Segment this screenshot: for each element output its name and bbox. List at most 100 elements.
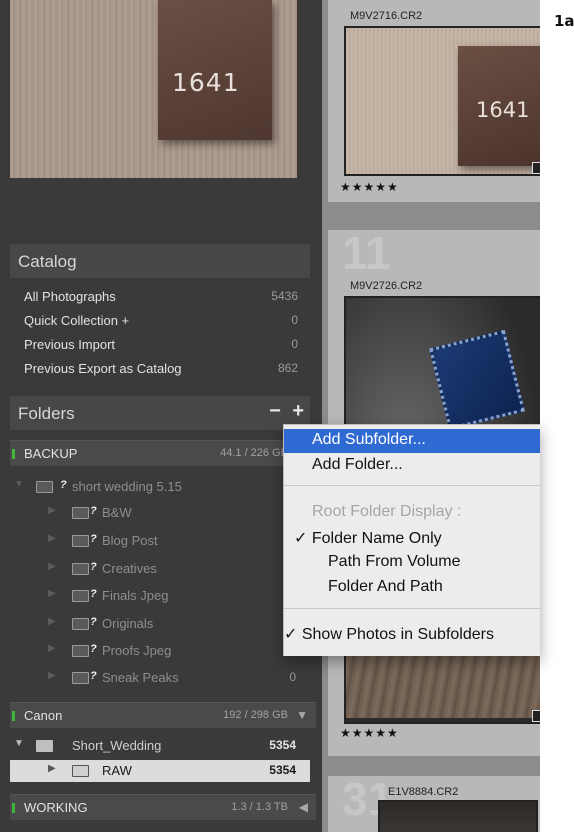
folder-name: RAW	[102, 763, 132, 778]
thumbnail-room-sign: 1641	[458, 46, 540, 166]
figure-margin: 1a	[540, 0, 574, 832]
volume-name: WORKING	[24, 800, 88, 815]
grid-cell[interactable]: 31 E1V8884.CR2	[328, 773, 540, 832]
disclosure-triangle-icon[interactable]: ▶	[48, 533, 56, 544]
volume-online-indicator	[12, 449, 15, 459]
thumbnail[interactable]: 1641	[344, 26, 540, 176]
volume-size: 1.3 / 1.3 TB	[231, 801, 288, 813]
catalog-item-label: Previous Import	[24, 337, 116, 352]
volume-online-indicator	[12, 803, 15, 813]
catalog-item-quick-collection[interactable]: Quick Collection + 0	[10, 310, 310, 332]
menu-item-add-subfolder[interactable]: Add Subfolder...	[284, 429, 540, 453]
folder-row[interactable]: ▼ ? short wedding 5.15	[10, 476, 310, 498]
volume-collapsed-icon[interactable]: ◀	[299, 800, 308, 814]
star-rating[interactable]: ★★★★★	[340, 180, 399, 194]
disclosure-triangle-icon[interactable]: ▼	[14, 479, 24, 490]
catalog-item-previous-export[interactable]: Previous Export as Catalog 862	[10, 358, 310, 380]
badge-icon	[532, 162, 540, 174]
question-mark-icon: ?	[60, 479, 67, 491]
menu-item-folder-name-only[interactable]: ✓ Folder Name Only	[284, 526, 540, 550]
question-mark-icon: ?	[90, 505, 97, 517]
folder-row[interactable]: ▶ ? Creatives	[10, 558, 310, 580]
navigator-preview[interactable]: 1641	[10, 0, 297, 178]
folder-icon	[72, 590, 89, 602]
library-grid: M9V2716.CR2 1641 ★★★★★ 11 M9V2726.CR2 ★★…	[322, 0, 540, 832]
menu-item-path-from-volume[interactable]: Path From Volume	[284, 551, 540, 575]
badge-icon	[532, 710, 540, 722]
menu-item-folder-and-path[interactable]: Folder And Path	[284, 576, 540, 600]
folder-row[interactable]: ▶ ? Finals Jpeg	[10, 585, 310, 607]
folder-name: B&W	[102, 505, 132, 520]
remove-folder-button[interactable]: −	[269, 400, 281, 422]
folder-icon	[72, 507, 89, 519]
disclosure-triangle-icon[interactable]: ▶	[48, 505, 56, 516]
question-mark-icon: ?	[90, 533, 97, 545]
disclosure-triangle-icon[interactable]: ▶	[48, 763, 56, 774]
grid-cell[interactable]: M9V2716.CR2 1641 ★★★★★	[328, 0, 540, 202]
volume-canon[interactable]: Canon 192 / 298 GB ▼	[10, 702, 316, 728]
folder-context-menu: Add Subfolder... Add Folder... Root Fold…	[283, 424, 540, 656]
volume-working[interactable]: WORKING 1.3 / 1.3 TB ◀	[10, 794, 316, 820]
disclosure-triangle-icon[interactable]: ▼	[14, 738, 24, 749]
volume-expanded-icon[interactable]: ▼	[296, 708, 308, 722]
star-rating[interactable]: ★★★★★	[340, 726, 399, 740]
catalog-item-count: 0	[291, 337, 298, 351]
left-panel: 1641 Catalog All Photographs 5436 Quick …	[0, 0, 322, 832]
catalog-panel-header[interactable]: Catalog	[10, 244, 310, 278]
folder-icon	[72, 618, 89, 630]
folder-name: Originals	[102, 616, 154, 631]
catalog-item-previous-import[interactable]: Previous Import 0	[10, 334, 310, 356]
folder-icon	[36, 481, 53, 493]
folder-name: short wedding 5.15	[72, 479, 182, 494]
volume-backup[interactable]: BACKUP 44.1 / 226 GB	[10, 440, 316, 466]
folder-count: 5354	[269, 738, 296, 752]
question-mark-icon: ?	[90, 588, 97, 600]
cell-filename: M9V2726.CR2	[350, 280, 423, 292]
folder-icon	[36, 740, 53, 752]
preview-gap	[10, 178, 297, 240]
folder-row[interactable]: ▶ ? Proofs Jpeg 0	[10, 640, 310, 662]
folder-icon	[72, 535, 89, 547]
thumbnail-label-tag	[428, 329, 526, 431]
folder-name: Sneak Peaks	[102, 670, 179, 685]
thumbnail[interactable]	[378, 800, 538, 832]
disclosure-triangle-icon[interactable]: ▶	[48, 588, 56, 599]
disclosure-triangle-icon[interactable]: ▶	[48, 616, 56, 627]
menu-item-show-photos-in-subfolders[interactable]: ✓ Show Photos in Subfolders	[284, 622, 540, 646]
folder-count: 0	[289, 670, 296, 684]
preview-sign-text: 1641	[172, 68, 240, 97]
volume-size: 192 / 298 GB	[223, 709, 288, 721]
add-folder-button[interactable]: +	[292, 400, 304, 422]
folder-row[interactable]: ▼ Short_Wedding 5354	[10, 735, 310, 757]
volume-online-indicator	[12, 711, 15, 721]
folder-row[interactable]: ▶ ? Blog Post	[10, 530, 310, 552]
question-mark-icon: ?	[90, 616, 97, 628]
disclosure-triangle-icon[interactable]: ▶	[48, 670, 56, 681]
preview-room-sign: 1641	[158, 0, 272, 140]
folder-row[interactable]: ▶ ? B&W	[10, 502, 310, 524]
folder-name: Proofs Jpeg	[102, 643, 172, 658]
menu-item-add-folder[interactable]: Add Folder...	[284, 454, 540, 478]
folder-actions: − +	[263, 400, 304, 423]
figure-label: 1a	[554, 12, 574, 30]
catalog-item-all-photographs[interactable]: All Photographs 5436	[10, 286, 310, 308]
catalog-title: Catalog	[18, 252, 77, 271]
folder-icon	[72, 672, 89, 684]
disclosure-triangle-icon[interactable]: ▶	[48, 643, 56, 654]
folder-icon	[72, 645, 89, 657]
cell-index: 11	[342, 227, 391, 279]
folders-panel-header[interactable]: Folders − +	[10, 396, 310, 430]
catalog-item-count: 5436	[271, 289, 298, 303]
folder-row[interactable]: ▶ ? Originals	[10, 613, 310, 635]
folder-icon	[72, 563, 89, 575]
folder-row-selected[interactable]: ▶ RAW 5354	[10, 760, 310, 782]
menu-item-root-folder-display: Root Folder Display :	[312, 503, 462, 520]
catalog-item-count: 0	[291, 313, 298, 327]
disclosure-triangle-icon[interactable]: ▶	[48, 561, 56, 572]
question-mark-icon: ?	[90, 643, 97, 655]
catalog-item-count: 862	[277, 361, 298, 375]
question-mark-icon: ?	[90, 670, 97, 682]
thumbnail-sign-text: 1641	[476, 98, 530, 122]
folder-row[interactable]: ▶ ? Sneak Peaks 0	[10, 667, 310, 689]
volume-size: 44.1 / 226 GB	[220, 447, 288, 459]
